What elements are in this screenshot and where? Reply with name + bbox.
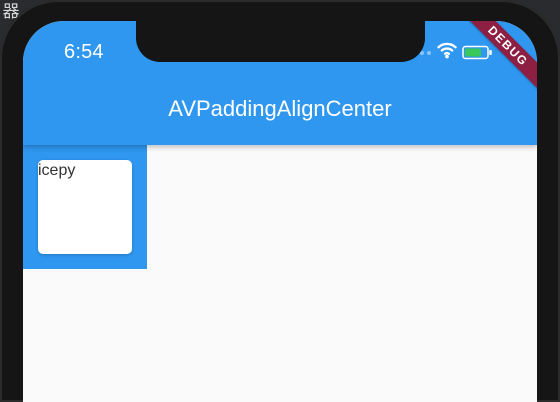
wifi-icon <box>437 42 457 59</box>
phone-notch <box>136 21 425 62</box>
aligned-card: icepy <box>38 160 132 254</box>
battery-icon <box>462 45 492 60</box>
phone-frame: 6:54 AVPaddingAlignCenter DEBUG icepy <box>0 0 560 402</box>
app-body: icepy <box>23 145 537 402</box>
desktop-background: 器 6:54 AVPaddingAlignCenter DEBUG icepy <box>0 0 560 402</box>
status-time: 6:54 <box>64 41 104 63</box>
card-text: icepy <box>38 162 76 179</box>
phone-screen: 6:54 AVPaddingAlignCenter DEBUG icepy <box>23 21 537 402</box>
padding-container: icepy <box>23 145 147 269</box>
app-title: AVPaddingAlignCenter <box>168 96 392 121</box>
